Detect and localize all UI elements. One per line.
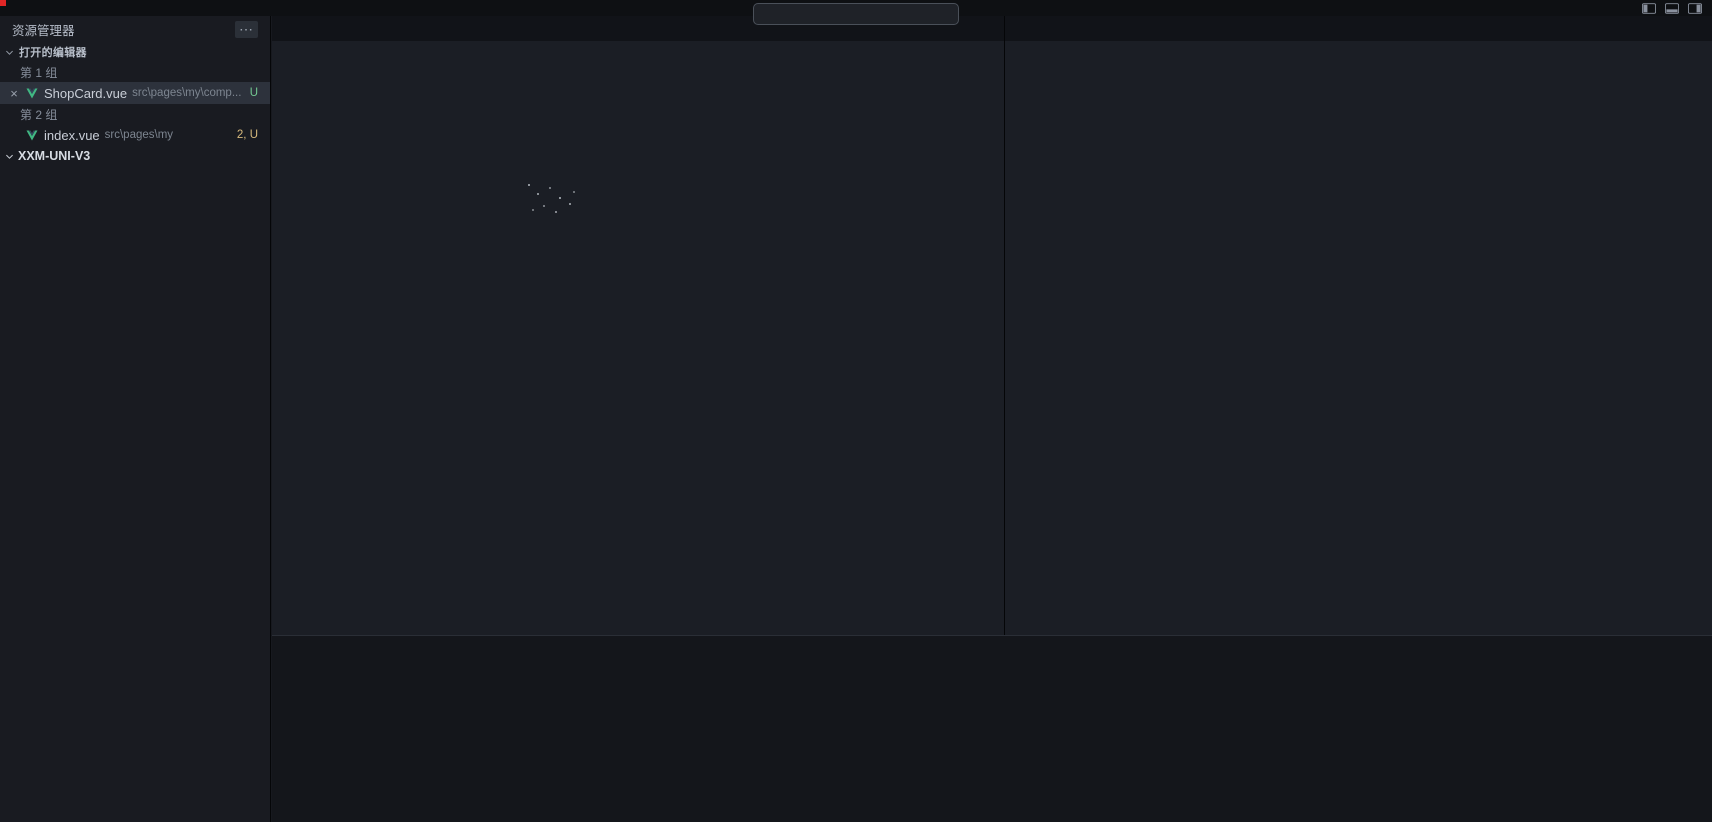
git-badge: 2, U — [237, 129, 262, 141]
git-badge: U — [250, 87, 262, 99]
explorer-title: 资源管理器 — [12, 20, 75, 39]
explorer-sidebar: 资源管理器 ⋯ 打开的编辑器 第 1 组 × ShopCard.vue src\pag… — [0, 16, 271, 822]
panel-actions — [1562, 636, 1712, 663]
tab-bar — [1005, 16, 1712, 41]
open-editor-index-vue[interactable]: index.vue src\pages\my 2, U — [0, 124, 270, 146]
open-editor-shopcard-vue[interactable]: × ShopCard.vue src\pages\my\comp... U — [0, 82, 270, 104]
command-center-search[interactable] — [753, 3, 959, 25]
editor-group-label: 第 1 组 — [0, 62, 270, 82]
vue-icon — [25, 88, 39, 99]
workspace-root-label: XXM-UNI-V3 — [18, 149, 90, 163]
layout-secondary-sidebar-icon[interactable] — [1688, 2, 1702, 17]
editor-group-right — [1005, 16, 1712, 635]
layout-panel-icon[interactable] — [1665, 2, 1679, 17]
vue-icon — [25, 130, 39, 141]
more-actions-icon[interactable]: ⋯ — [235, 21, 258, 38]
titlebar-layout-icons — [1642, 2, 1702, 17]
breadcrumb — [272, 41, 1004, 64]
file-path: src\pages\my\comp... — [132, 87, 245, 99]
explorer-header: 资源管理器 ⋯ — [0, 16, 270, 42]
file-name: ShopCard.vue — [44, 86, 127, 101]
terminal[interactable] — [272, 663, 1712, 672]
editor-group-left — [272, 16, 1005, 635]
open-editors-label: 打开的编辑器 — [19, 44, 87, 60]
chevron-down-icon — [4, 152, 15, 161]
code-editor[interactable] — [272, 64, 1004, 635]
open-editors-header[interactable]: 打开的编辑器 — [0, 42, 270, 62]
code-editor[interactable] — [1005, 64, 1712, 635]
titlebar — [0, 0, 1712, 16]
file-name: index.vue — [44, 128, 100, 143]
vscode-window: 资源管理器 ⋯ 打开的编辑器 第 1 组 × ShopCard.vue src\pag… — [0, 0, 1712, 822]
editor-area — [272, 16, 1712, 635]
panel-tab-bar — [272, 636, 1712, 663]
close-icon[interactable]: × — [8, 86, 20, 101]
bottom-panel — [272, 635, 1712, 822]
workspace-root[interactable]: XXM-UNI-V3 — [0, 146, 270, 166]
layout-sidebar-icon[interactable] — [1642, 2, 1656, 17]
editor-group-label: 第 2 组 — [0, 104, 270, 124]
chevron-down-icon — [4, 48, 15, 57]
screen-speckles — [528, 184, 530, 186]
open-editors-list: 第 1 组 × ShopCard.vue src\pages\my\comp... U第… — [0, 62, 270, 146]
breadcrumb — [1005, 41, 1712, 64]
file-path: src\pages\my — [105, 129, 232, 141]
